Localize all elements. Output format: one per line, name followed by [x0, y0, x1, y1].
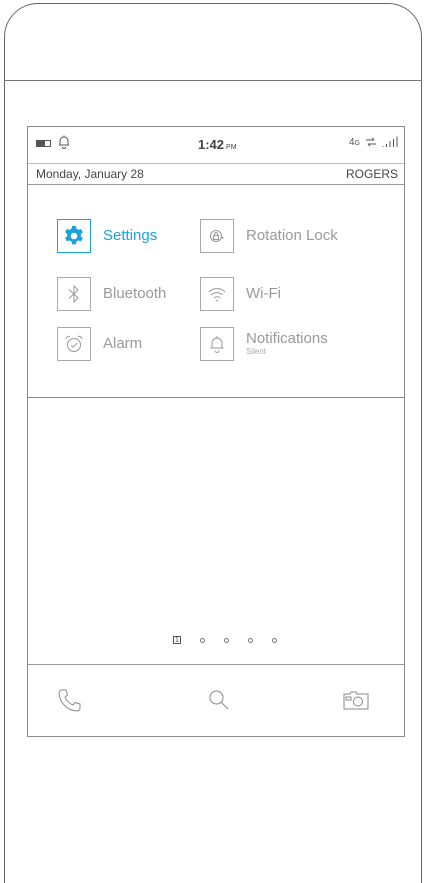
tile-wifi-label: Wi-Fi — [246, 285, 281, 302]
gear-icon — [65, 225, 83, 245]
phone-screen: 1:42 PM 4G Monday, January 28 ROGERS Set… — [27, 126, 405, 737]
page-dot[interactable] — [200, 637, 205, 643]
time-text: 1:42 — [198, 137, 225, 152]
tile-notifications-box — [200, 327, 234, 361]
search-icon — [209, 690, 229, 710]
page-dot[interactable] — [272, 637, 277, 643]
tile-wifi[interactable]: Wi-Fi — [200, 277, 281, 311]
dock — [28, 664, 404, 737]
tile-settings[interactable]: Settings — [57, 219, 157, 253]
tile-settings-box — [57, 219, 91, 253]
carrier-text: ROGERS — [345, 167, 398, 181]
phone-icon — [58, 689, 81, 712]
battery-icon — [36, 140, 51, 147]
camera-button[interactable] — [341, 685, 371, 715]
tile-rotation-lock-label: Rotation Lock — [246, 227, 338, 244]
date-bar: Monday, January 28 ROGERS — [28, 164, 404, 185]
tile-alarm[interactable]: Alarm — [57, 327, 142, 361]
tile-notifications-label-wrap: Notifications Silent — [246, 331, 328, 357]
tile-alarm-label: Alarm — [103, 335, 143, 352]
phone-top-divider — [4, 80, 422, 81]
wifi-icon — [208, 288, 226, 302]
bell-icon — [210, 336, 224, 353]
tile-bluetooth-label: Bluetooth — [103, 285, 167, 302]
tile-notifications-sublabel: Silent — [246, 347, 267, 356]
tile-rotation-lock-box — [200, 219, 234, 253]
tile-notifications[interactable]: Notifications Silent — [200, 327, 328, 361]
page-indicator-current[interactable]: 1 — [173, 636, 181, 644]
data-arrows-icon — [366, 137, 376, 147]
rotation-lock-icon — [210, 230, 224, 242]
network-suffix: G — [354, 139, 360, 147]
alarm-icon — [65, 335, 83, 352]
bell-icon — [59, 135, 69, 149]
tile-bluetooth-box — [57, 277, 91, 311]
tile-settings-label: Settings — [103, 227, 158, 244]
page-indicator: 1 — [173, 635, 277, 645]
search-button[interactable] — [204, 685, 234, 715]
ampm-text: PM — [226, 144, 237, 151]
signal-icon — [382, 136, 398, 147]
page-dot[interactable] — [248, 637, 253, 643]
tile-notifications-label: Notifications — [246, 330, 328, 347]
camera-icon — [343, 691, 369, 710]
network-type: 4G — [349, 137, 360, 148]
tile-wifi-box — [200, 277, 234, 311]
phone-button[interactable] — [55, 685, 85, 715]
page-dot[interactable] — [224, 637, 229, 643]
tile-alarm-box — [57, 327, 91, 361]
status-bar: 1:42 PM 4G — [28, 127, 404, 164]
tile-bluetooth[interactable]: Bluetooth — [57, 277, 166, 311]
status-right-icons: 4G — [349, 136, 398, 148]
tile-rotation-lock[interactable]: Rotation Lock — [200, 219, 338, 253]
bluetooth-icon — [68, 284, 79, 304]
status-time: 1:42 PM — [198, 137, 237, 152]
quick-settings-panel: Settings Rotation Lock Bluetooth Wi-Fi A… — [28, 185, 404, 398]
date-text: Monday, January 28 — [36, 167, 144, 181]
